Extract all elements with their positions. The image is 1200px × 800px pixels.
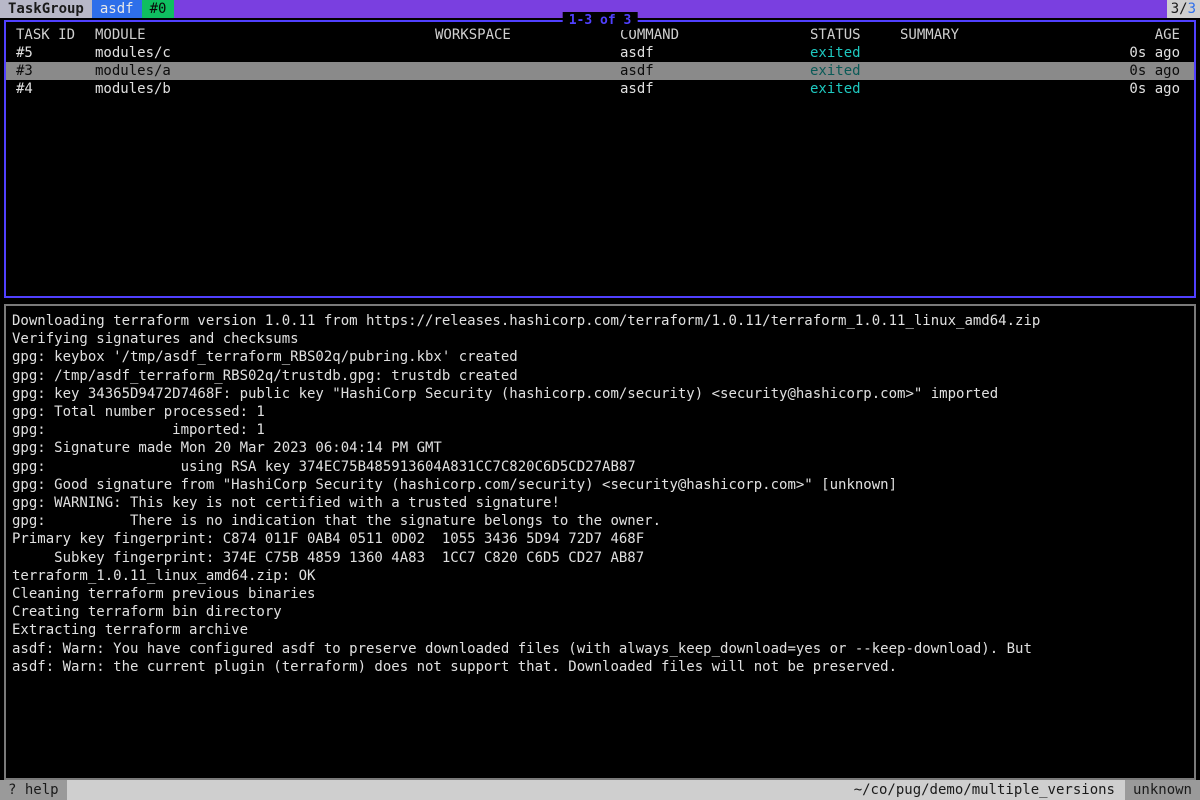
table-cell xyxy=(431,62,616,80)
col-age: AGE xyxy=(1076,22,1194,44)
table-cell: modules/a xyxy=(91,62,431,80)
page-counter-total: 3 xyxy=(1188,0,1196,18)
task-table-title: 1-3 of 3 xyxy=(563,12,638,30)
table-cell xyxy=(896,62,1076,80)
table-row[interactable]: #4modules/b asdfexited 0s ago xyxy=(6,80,1194,98)
table-cell: asdf xyxy=(616,44,806,62)
task-table[interactable]: TASK ID MODULE WORKSPACE COMMAND STATUS … xyxy=(6,22,1194,98)
statusbar-workspace: unknown xyxy=(1125,780,1200,800)
table-cell: asdf xyxy=(616,80,806,98)
table-cell: modules/c xyxy=(91,44,431,62)
table-cell: #4 xyxy=(6,80,91,98)
table-cell: #3 xyxy=(6,62,91,80)
breadcrumb-id[interactable]: #0 xyxy=(142,0,175,18)
table-row[interactable]: #3modules/a asdfexited 0s ago xyxy=(6,62,1194,80)
breadcrumb-taskgroup[interactable]: TaskGroup xyxy=(0,0,92,18)
page-counter: 3/3 xyxy=(1167,0,1200,18)
log-output[interactable]: Downloading terraform version 1.0.11 fro… xyxy=(6,306,1194,682)
table-cell: modules/b xyxy=(91,80,431,98)
table-cell: exited xyxy=(806,80,896,98)
breadcrumb-command[interactable]: asdf xyxy=(92,0,142,18)
task-table-panel: 1-3 of 3 TASK ID MODULE WORKSPACE COMMAN… xyxy=(4,20,1196,298)
col-summary: SUMMARY xyxy=(896,22,1076,44)
table-cell: 0s ago xyxy=(1076,62,1194,80)
col-status: STATUS xyxy=(806,22,896,44)
table-cell: exited xyxy=(806,62,896,80)
table-cell: exited xyxy=(806,44,896,62)
table-cell: 0s ago xyxy=(1076,44,1194,62)
table-cell: asdf xyxy=(616,62,806,80)
col-task-id: TASK ID xyxy=(6,22,91,44)
table-cell xyxy=(896,80,1076,98)
statusbar: ? help ~/co/pug/demo/multiple_versions u… xyxy=(0,780,1200,800)
table-cell xyxy=(431,44,616,62)
statusbar-path: ~/co/pug/demo/multiple_versions xyxy=(844,780,1125,800)
col-command: COMMAND xyxy=(616,22,806,44)
table-cell: #5 xyxy=(6,44,91,62)
table-cell: 0s ago xyxy=(1076,80,1194,98)
page-counter-current: 3 xyxy=(1171,0,1179,18)
log-panel: Downloading terraform version 1.0.11 fro… xyxy=(4,304,1196,780)
table-row[interactable]: #5modules/c asdfexited 0s ago xyxy=(6,44,1194,62)
col-module: MODULE xyxy=(91,22,431,44)
table-cell xyxy=(431,80,616,98)
help-hint[interactable]: ? help xyxy=(0,780,67,800)
table-cell xyxy=(896,44,1076,62)
